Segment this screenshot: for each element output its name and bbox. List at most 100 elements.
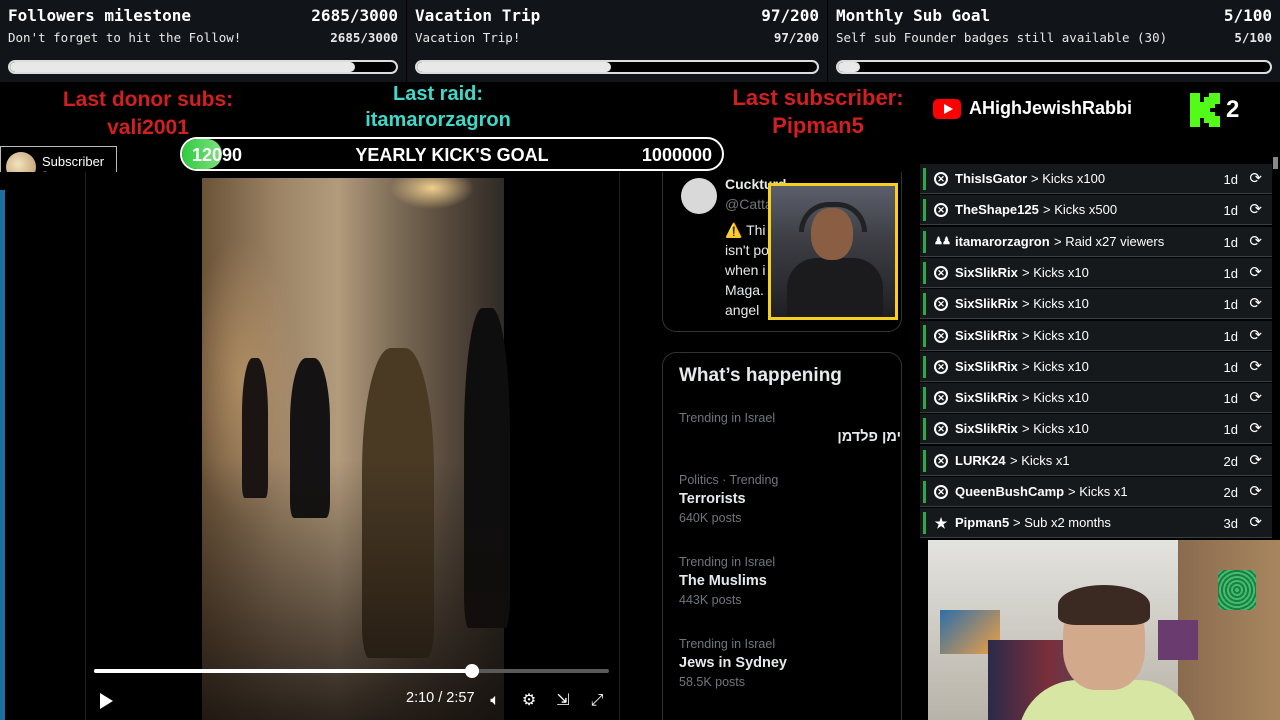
- feed-message: > Kicks x10: [1022, 358, 1089, 374]
- tweet-author-handle[interactable]: @Catta: [725, 196, 773, 212]
- play-icon[interactable]: [100, 693, 113, 709]
- star-icon: ★: [934, 515, 948, 532]
- feed-time: 1d: [1223, 328, 1238, 344]
- last-raid-label: Last raid:: [392, 83, 484, 105]
- feed-row[interactable]: ★ Pipman5 > Sub x2 months 3d ⟳: [920, 508, 1272, 539]
- feed-row[interactable]: ✕ ThisIsGator > Kicks x100 1d ⟳: [920, 164, 1272, 194]
- video-player[interactable]: 2:10 / 2:57 🔈︎ ⚙︎ ⇲ ⤢: [85, 172, 620, 720]
- kick-icon: ✕: [934, 485, 948, 499]
- yearly-goal-bar: 12090 YEARLY KICK'S GOAL 1000000: [180, 137, 724, 171]
- feed-time: 1d: [1223, 422, 1238, 438]
- replay-icon[interactable]: ⟳: [1249, 169, 1262, 187]
- feed-user: SixSlikRix: [955, 358, 1018, 374]
- feed-user: TheShape125: [955, 202, 1039, 218]
- feed-user: ThisIsGator: [955, 171, 1028, 186]
- goal-count: 5/100: [1223, 6, 1272, 25]
- popout-icon[interactable]: ⇲: [554, 692, 572, 710]
- replay-icon[interactable]: ⟳: [1249, 294, 1262, 312]
- kick-icon: ✕: [934, 172, 948, 186]
- trend-item[interactable]: Politics · Trending Terrorists 640K post…: [679, 473, 778, 525]
- last-raid-name: itamarorzagron: [365, 109, 511, 131]
- feed-user: SixSlikRix: [955, 264, 1018, 280]
- video-scrubber[interactable]: [94, 664, 609, 678]
- replay-icon[interactable]: ⟳: [1249, 263, 1262, 281]
- goal-subcount: 2685/3000: [330, 30, 398, 45]
- feed-row[interactable]: ✕ QueenBushCamp > Kicks x1 2d ⟳: [920, 477, 1272, 507]
- activity-feed: ✕ ThisIsGator > Kicks x100 1d ⟳ ✕ TheShape125 >…: [920, 162, 1272, 539]
- headphones-icon: [799, 202, 867, 232]
- trend-item[interactable]: Trending in Israel Jews in Sydney 58.5K …: [679, 637, 787, 689]
- goal-progress-fill: [10, 62, 356, 72]
- feed-row[interactable]: ✕ LURK24 > Kicks x1 2d ⟳: [920, 445, 1272, 476]
- goal-title: Followers milestone: [8, 6, 192, 25]
- feed-time: 2d: [1223, 485, 1238, 500]
- feed-user: SixSlikRix: [955, 296, 1018, 312]
- feed-scrollbar[interactable]: [1273, 157, 1278, 169]
- feed-user: Pipman5: [955, 515, 1010, 531]
- video-frame: [202, 178, 510, 720]
- replay-icon[interactable]: ⟳: [1249, 200, 1262, 218]
- goal-subtitle: Vacation Trip!: [415, 30, 521, 45]
- replay-icon[interactable]: ⟳: [1249, 388, 1262, 406]
- feed-time: 1d: [1223, 391, 1238, 407]
- feed-time: 3d: [1223, 516, 1238, 532]
- last-donor: Last donor subs: vali2001: [30, 86, 266, 142]
- tweet-avatar: [681, 178, 717, 214]
- feed-row[interactable]: ✕ SixSlikRix > Kicks x10 1d ⟳: [920, 351, 1272, 382]
- replay-icon[interactable]: ⟳: [1249, 357, 1262, 375]
- replay-icon[interactable]: ⟳: [1249, 326, 1262, 344]
- kick-icon: ✕: [934, 328, 948, 343]
- wall-poster: [1158, 620, 1198, 660]
- feed-user: SixSlikRix: [955, 421, 1018, 437]
- plant-icon: [1218, 570, 1256, 610]
- feed-row[interactable]: ✕ SixSlikRix > Kicks x10 1d ⟳: [920, 289, 1272, 320]
- goal-title: Vacation Trip: [415, 6, 541, 25]
- replay-icon[interactable]: ⟳: [1249, 513, 1262, 531]
- settings-icon[interactable]: ⚙︎: [520, 692, 538, 710]
- tweet-text: ⚠️ Thi isn't po when i Maga. angel: [725, 222, 769, 318]
- feed-user: SixSlikRix: [955, 327, 1018, 343]
- feed-user: SixSlikRix: [955, 390, 1018, 406]
- goal-progress-bar: [836, 60, 1272, 74]
- video-scrubber-fill: [94, 669, 472, 673]
- feed-user: LURK24: [955, 452, 1006, 468]
- feed-user: itamarorzagron: [955, 233, 1050, 249]
- youtube-icon: [933, 98, 961, 119]
- feed-row[interactable]: ✕ SixSlikRix > Kicks x10 1d ⟳: [920, 257, 1272, 288]
- volume-icon[interactable]: 🔈︎: [486, 692, 504, 710]
- feed-time: 1d: [1223, 265, 1238, 281]
- goal-subcount: 97/200: [773, 30, 819, 45]
- whats-happening-title: What’s happening: [679, 365, 842, 386]
- feed-row[interactable]: ✕ SixSlikRix > Kicks x10 1d ⟳: [920, 320, 1272, 351]
- feed-row[interactable]: ✕ TheShape125 > Kicks x500 1d ⟳: [920, 195, 1272, 226]
- replay-icon[interactable]: ⟳: [1249, 451, 1262, 469]
- feed-row[interactable]: ♟♟ itamarorzagron > Raid x27 viewers 1d ⟳: [920, 226, 1272, 257]
- replay-icon[interactable]: ⟳: [1249, 232, 1262, 250]
- trend-item[interactable]: Trending in Israel ימן פלדמן: [679, 411, 901, 445]
- yearly-goal-target: 1000000: [641, 145, 712, 165]
- feed-row[interactable]: ✕ SixSlikRix > Kicks x10 1d ⟳: [920, 383, 1272, 414]
- feed-time: 1d: [1223, 234, 1238, 250]
- goal-subtitle: Self sub Founder badges still available …: [836, 30, 1168, 45]
- feed-message: > Kicks x1: [1010, 452, 1070, 468]
- fullscreen-icon[interactable]: ⤢: [588, 692, 606, 710]
- kick-icon: ✕: [934, 297, 948, 312]
- goal-count: 97/200: [761, 6, 819, 25]
- kick-logo-icon: [1190, 93, 1220, 127]
- streamer-webcam: [768, 183, 898, 320]
- raid-icon: ♟♟: [934, 235, 951, 247]
- trend-item[interactable]: Trending in Israel The Muslims 443K post…: [679, 555, 775, 607]
- whats-happening-panel: What’s happening Trending in Israel ימן …: [662, 352, 902, 720]
- feed-row[interactable]: ✕ SixSlikRix > Kicks x10 1d ⟳: [920, 414, 1272, 445]
- video-time: 2:10 / 2:57: [406, 690, 475, 706]
- video-scrubber-knob[interactable]: [465, 664, 479, 678]
- feed-message: > Kicks x100: [1031, 171, 1106, 186]
- goal-vacation: Vacation Trip 97/200 Vacation Trip! 97/2…: [407, 0, 827, 82]
- replay-icon[interactable]: ⟳: [1249, 419, 1262, 437]
- goal-monthly-sub: Monthly Sub Goal 5/100 Self sub Founder …: [828, 0, 1280, 82]
- replay-icon[interactable]: ⟳: [1249, 482, 1262, 500]
- feed-message: > Kicks x10: [1022, 296, 1089, 312]
- last-subscriber: Last subscriber: Pipman5: [706, 84, 930, 140]
- goal-progress-fill: [838, 62, 860, 72]
- feed-message: > Kicks x1: [1068, 484, 1128, 499]
